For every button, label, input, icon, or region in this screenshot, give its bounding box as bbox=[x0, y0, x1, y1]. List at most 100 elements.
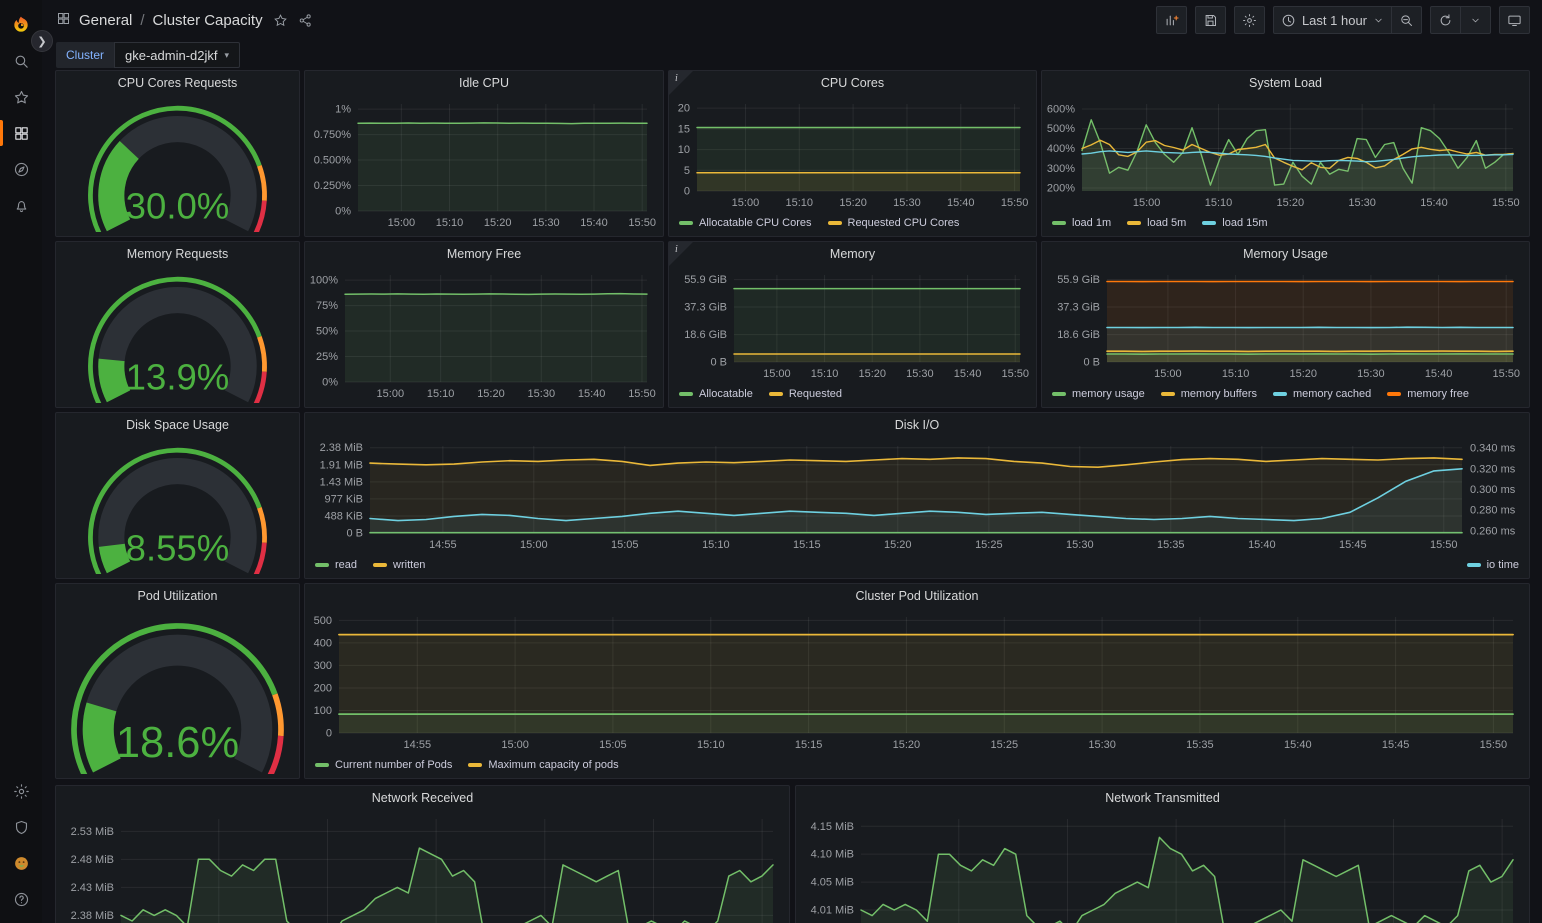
legend-item[interactable]: Requested bbox=[769, 388, 842, 400]
legend-series-color bbox=[828, 221, 842, 225]
legend-item[interactable]: Allocatable bbox=[679, 388, 753, 400]
legend-item[interactable]: load 15m bbox=[1202, 217, 1267, 229]
share-dashboard-icon[interactable] bbox=[298, 13, 313, 28]
svg-text:15:50: 15:50 bbox=[628, 217, 656, 229]
legend-series-color bbox=[679, 221, 693, 225]
time-range-picker[interactable]: Last 1 hour bbox=[1273, 6, 1392, 34]
alerting-bell-icon[interactable] bbox=[0, 188, 42, 222]
svg-text:15:00: 15:00 bbox=[501, 739, 529, 751]
svg-text:15:40: 15:40 bbox=[1248, 539, 1276, 551]
panel-info-icon[interactable] bbox=[669, 71, 693, 95]
panel-title[interactable]: Memory Usage bbox=[1042, 242, 1529, 267]
zoom-out-time-button[interactable] bbox=[1392, 6, 1422, 34]
svg-text:15:30: 15:30 bbox=[906, 368, 934, 380]
configuration-gear-icon[interactable] bbox=[0, 774, 42, 808]
svg-text:5: 5 bbox=[684, 165, 690, 177]
svg-text:0.280 ms: 0.280 ms bbox=[1470, 505, 1516, 517]
panel-title[interactable]: CPU Cores Requests bbox=[56, 71, 299, 96]
svg-text:55.9 GiB: 55.9 GiB bbox=[1057, 274, 1100, 286]
svg-text:15:10: 15:10 bbox=[1222, 368, 1250, 380]
legend-series-color bbox=[1127, 221, 1141, 225]
legend-item[interactable]: memory free bbox=[1387, 388, 1469, 400]
add-panel-button[interactable] bbox=[1156, 6, 1187, 34]
svg-text:10: 10 bbox=[678, 144, 690, 156]
legend-series-color bbox=[315, 563, 329, 567]
refresh-button[interactable] bbox=[1430, 6, 1461, 34]
refresh-interval-dropdown[interactable] bbox=[1461, 6, 1491, 34]
gauge-value: 8.55% bbox=[126, 528, 230, 569]
svg-text:75%: 75% bbox=[316, 300, 338, 312]
breadcrumb-dashboard-title[interactable]: Cluster Capacity bbox=[153, 12, 263, 29]
panel-title[interactable]: Network Received bbox=[56, 786, 789, 811]
panel-title[interactable]: CPU Cores bbox=[669, 71, 1036, 96]
legend-item[interactable]: load 5m bbox=[1127, 217, 1186, 229]
panel-title[interactable]: Cluster Pod Utilization bbox=[305, 584, 1529, 609]
panel-title[interactable]: Memory bbox=[669, 242, 1036, 267]
chart-memory-free: 15:0015:1015:2015:3015:4015:50100%75%50%… bbox=[309, 267, 659, 403]
svg-text:15:35: 15:35 bbox=[1157, 539, 1185, 551]
panel-title[interactable]: Disk I/O bbox=[305, 413, 1529, 438]
dashboard-settings-button[interactable] bbox=[1234, 6, 1265, 34]
legend-item[interactable]: memory cached bbox=[1273, 388, 1371, 400]
server-admin-shield-icon[interactable] bbox=[0, 810, 42, 844]
svg-text:14:55: 14:55 bbox=[429, 539, 457, 551]
chart-canvas: 4.15 MiB4.10 MiB4.05 MiB4.01 MiB3.96 MiB bbox=[800, 811, 1525, 923]
svg-text:15:20: 15:20 bbox=[484, 217, 512, 229]
svg-text:15:40: 15:40 bbox=[1425, 368, 1453, 380]
save-dashboard-button[interactable] bbox=[1195, 6, 1226, 34]
svg-text:15:05: 15:05 bbox=[611, 539, 639, 551]
svg-text:4.01 MiB: 4.01 MiB bbox=[811, 905, 854, 917]
gauge-canvas: 30.0% bbox=[60, 96, 295, 232]
svg-text:200%: 200% bbox=[1047, 183, 1075, 195]
variable-label[interactable]: Cluster bbox=[56, 42, 114, 68]
svg-text:0 B: 0 B bbox=[710, 357, 727, 369]
panel-network-transmitted: Network Transmitted 4.15 MiB4.10 MiB4.05… bbox=[795, 785, 1530, 923]
svg-text:2.38 MiB: 2.38 MiB bbox=[71, 910, 114, 922]
dashboards-icon[interactable] bbox=[0, 116, 42, 150]
svg-text:0.340 ms: 0.340 ms bbox=[1470, 443, 1516, 455]
svg-text:0: 0 bbox=[684, 186, 690, 198]
chart-canvas: 15:0015:1015:2015:3015:4015:50600%500%40… bbox=[1046, 96, 1525, 212]
svg-text:400: 400 bbox=[314, 637, 332, 649]
svg-text:200: 200 bbox=[314, 682, 332, 694]
legend-item[interactable]: written bbox=[373, 559, 425, 571]
svg-text:15:00: 15:00 bbox=[732, 197, 760, 209]
legend-item[interactable]: Requested CPU Cores bbox=[828, 217, 960, 229]
help-icon[interactable] bbox=[0, 882, 42, 916]
sidebar-expand-button[interactable]: ❯ bbox=[31, 30, 53, 52]
legend-item[interactable]: Allocatable CPU Cores bbox=[679, 217, 812, 229]
panel-title[interactable]: Network Transmitted bbox=[796, 786, 1529, 811]
panel-info-icon[interactable] bbox=[669, 242, 693, 266]
svg-text:50%: 50% bbox=[316, 326, 338, 338]
svg-text:0%: 0% bbox=[322, 377, 338, 389]
legend-item[interactable]: load 1m bbox=[1052, 217, 1111, 229]
explore-compass-icon[interactable] bbox=[0, 152, 42, 186]
panel-title[interactable]: Memory Requests bbox=[56, 242, 299, 267]
panel-title[interactable]: Memory Free bbox=[305, 242, 663, 267]
chart-canvas: 15:0015:1015:2015:3015:4015:5020151050 bbox=[673, 96, 1032, 212]
svg-text:15:20: 15:20 bbox=[477, 388, 505, 400]
panel-title[interactable]: Disk Space Usage bbox=[56, 413, 299, 438]
legend-item[interactable]: Current number of Pods bbox=[315, 759, 452, 771]
chart-canvas: 15:0015:1015:2015:3015:4015:5055.9 GiB37… bbox=[1046, 267, 1525, 383]
svg-text:500: 500 bbox=[314, 615, 332, 627]
panel-title[interactable]: Idle CPU bbox=[305, 71, 663, 96]
legend-item[interactable]: memory buffers bbox=[1161, 388, 1257, 400]
svg-text:0.500%: 0.500% bbox=[314, 155, 352, 167]
variable-value-dropdown[interactable]: gke-admin-d2jkf ▾ bbox=[114, 42, 240, 68]
starred-icon[interactable] bbox=[0, 80, 42, 114]
legend-item[interactable]: Maximum capacity of pods bbox=[468, 759, 618, 771]
svg-text:15:10: 15:10 bbox=[1205, 197, 1233, 209]
panel-title[interactable]: Pod Utilization bbox=[56, 584, 299, 609]
star-dashboard-icon[interactable] bbox=[273, 13, 288, 28]
profile-avatar[interactable] bbox=[0, 846, 42, 880]
legend-item[interactable]: read bbox=[315, 559, 357, 571]
legend-series-color bbox=[1161, 392, 1175, 396]
tv-mode-button[interactable] bbox=[1499, 6, 1530, 34]
legend-item[interactable]: memory usage bbox=[1052, 388, 1145, 400]
breadcrumb-folder[interactable]: General bbox=[79, 12, 132, 29]
chart-cluster-pod-utilization: 14:5515:0015:0515:1015:1515:2015:2515:30… bbox=[309, 609, 1525, 774]
panel-title[interactable]: System Load bbox=[1042, 71, 1529, 96]
svg-text:600%: 600% bbox=[1047, 103, 1075, 115]
legend-item[interactable]: io time bbox=[1467, 559, 1519, 571]
